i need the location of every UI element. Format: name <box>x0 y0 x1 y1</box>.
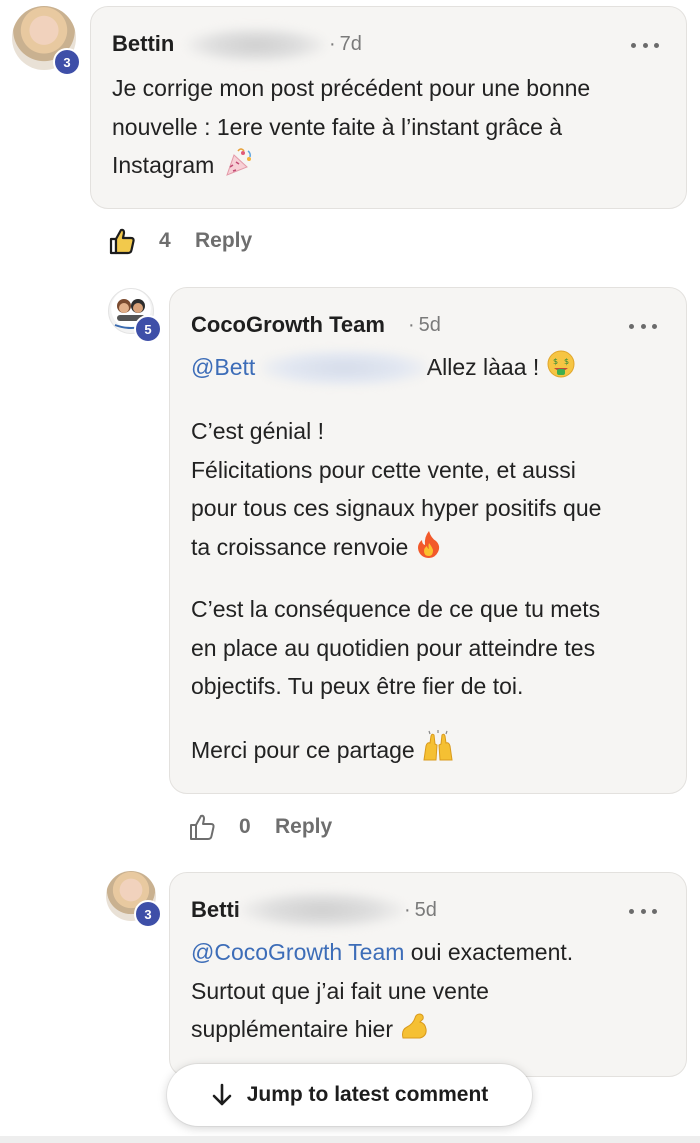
comment-bubble: Bettin · 7d Je corrige mon post précédent… <box>90 6 687 209</box>
flexed-biceps-icon <box>402 1013 428 1039</box>
comment-bubble: Betti · 5d @CocoGrowth Team oui exactemen… <box>169 872 687 1077</box>
redacted-name-blur <box>262 350 427 386</box>
comment-author[interactable]: CocoGrowth Team <box>191 312 385 338</box>
connection-badge: 3 <box>53 48 81 76</box>
party-popper-icon <box>225 148 251 176</box>
like-icon[interactable] <box>107 226 137 256</box>
comment-timestamp: · 7d <box>329 33 362 55</box>
comment-timestamp: · 5d <box>404 899 437 921</box>
arrow-down-icon <box>212 1083 232 1106</box>
connection-badge: 5 <box>134 315 162 343</box>
raising-hands-icon <box>423 729 453 760</box>
comment-text: @CocoGrowth Team oui exactement. Surtout… <box>191 939 574 1042</box>
comment-author[interactable]: Bettin <box>112 31 174 57</box>
bottom-divider <box>0 1136 700 1143</box>
jump-button-label: Jump to latest comment <box>246 1083 489 1106</box>
like-icon[interactable] <box>187 812 217 842</box>
comment-bubble: CocoGrowth Team · 5d @Bett Allez làaa ! $… <box>169 287 687 794</box>
mention-link[interactable]: @CocoGrowth Team <box>191 939 404 965</box>
svg-text:$: $ <box>564 357 569 366</box>
like-count: 4 <box>159 229 171 252</box>
mention-link[interactable]: @Bett <box>191 354 255 380</box>
money-mouth-face-icon: $ $ <box>547 350 575 378</box>
like-count: 0 <box>239 815 251 838</box>
comment-timestamp: · 5d <box>408 314 441 336</box>
more-options-icon[interactable] <box>629 906 657 916</box>
jump-to-latest-comment-button[interactable]: Jump to latest comment <box>167 1064 532 1126</box>
svg-text:$: $ <box>553 357 558 366</box>
connection-badge: 3 <box>134 900 162 928</box>
comment-text: Je corrige mon post précédent pour une b… <box>112 75 591 178</box>
comment-text: C’est génial ! Félicitations pour cette … <box>191 418 602 763</box>
redacted-name-blur <box>186 27 326 63</box>
fire-icon <box>417 530 439 558</box>
comment-author[interactable]: Betti <box>191 897 240 923</box>
more-options-icon[interactable] <box>629 321 657 331</box>
reply-button[interactable]: Reply <box>195 229 252 253</box>
reply-button[interactable]: Reply <box>275 815 332 839</box>
more-options-icon[interactable] <box>631 40 659 50</box>
redacted-name-blur <box>240 891 405 929</box>
